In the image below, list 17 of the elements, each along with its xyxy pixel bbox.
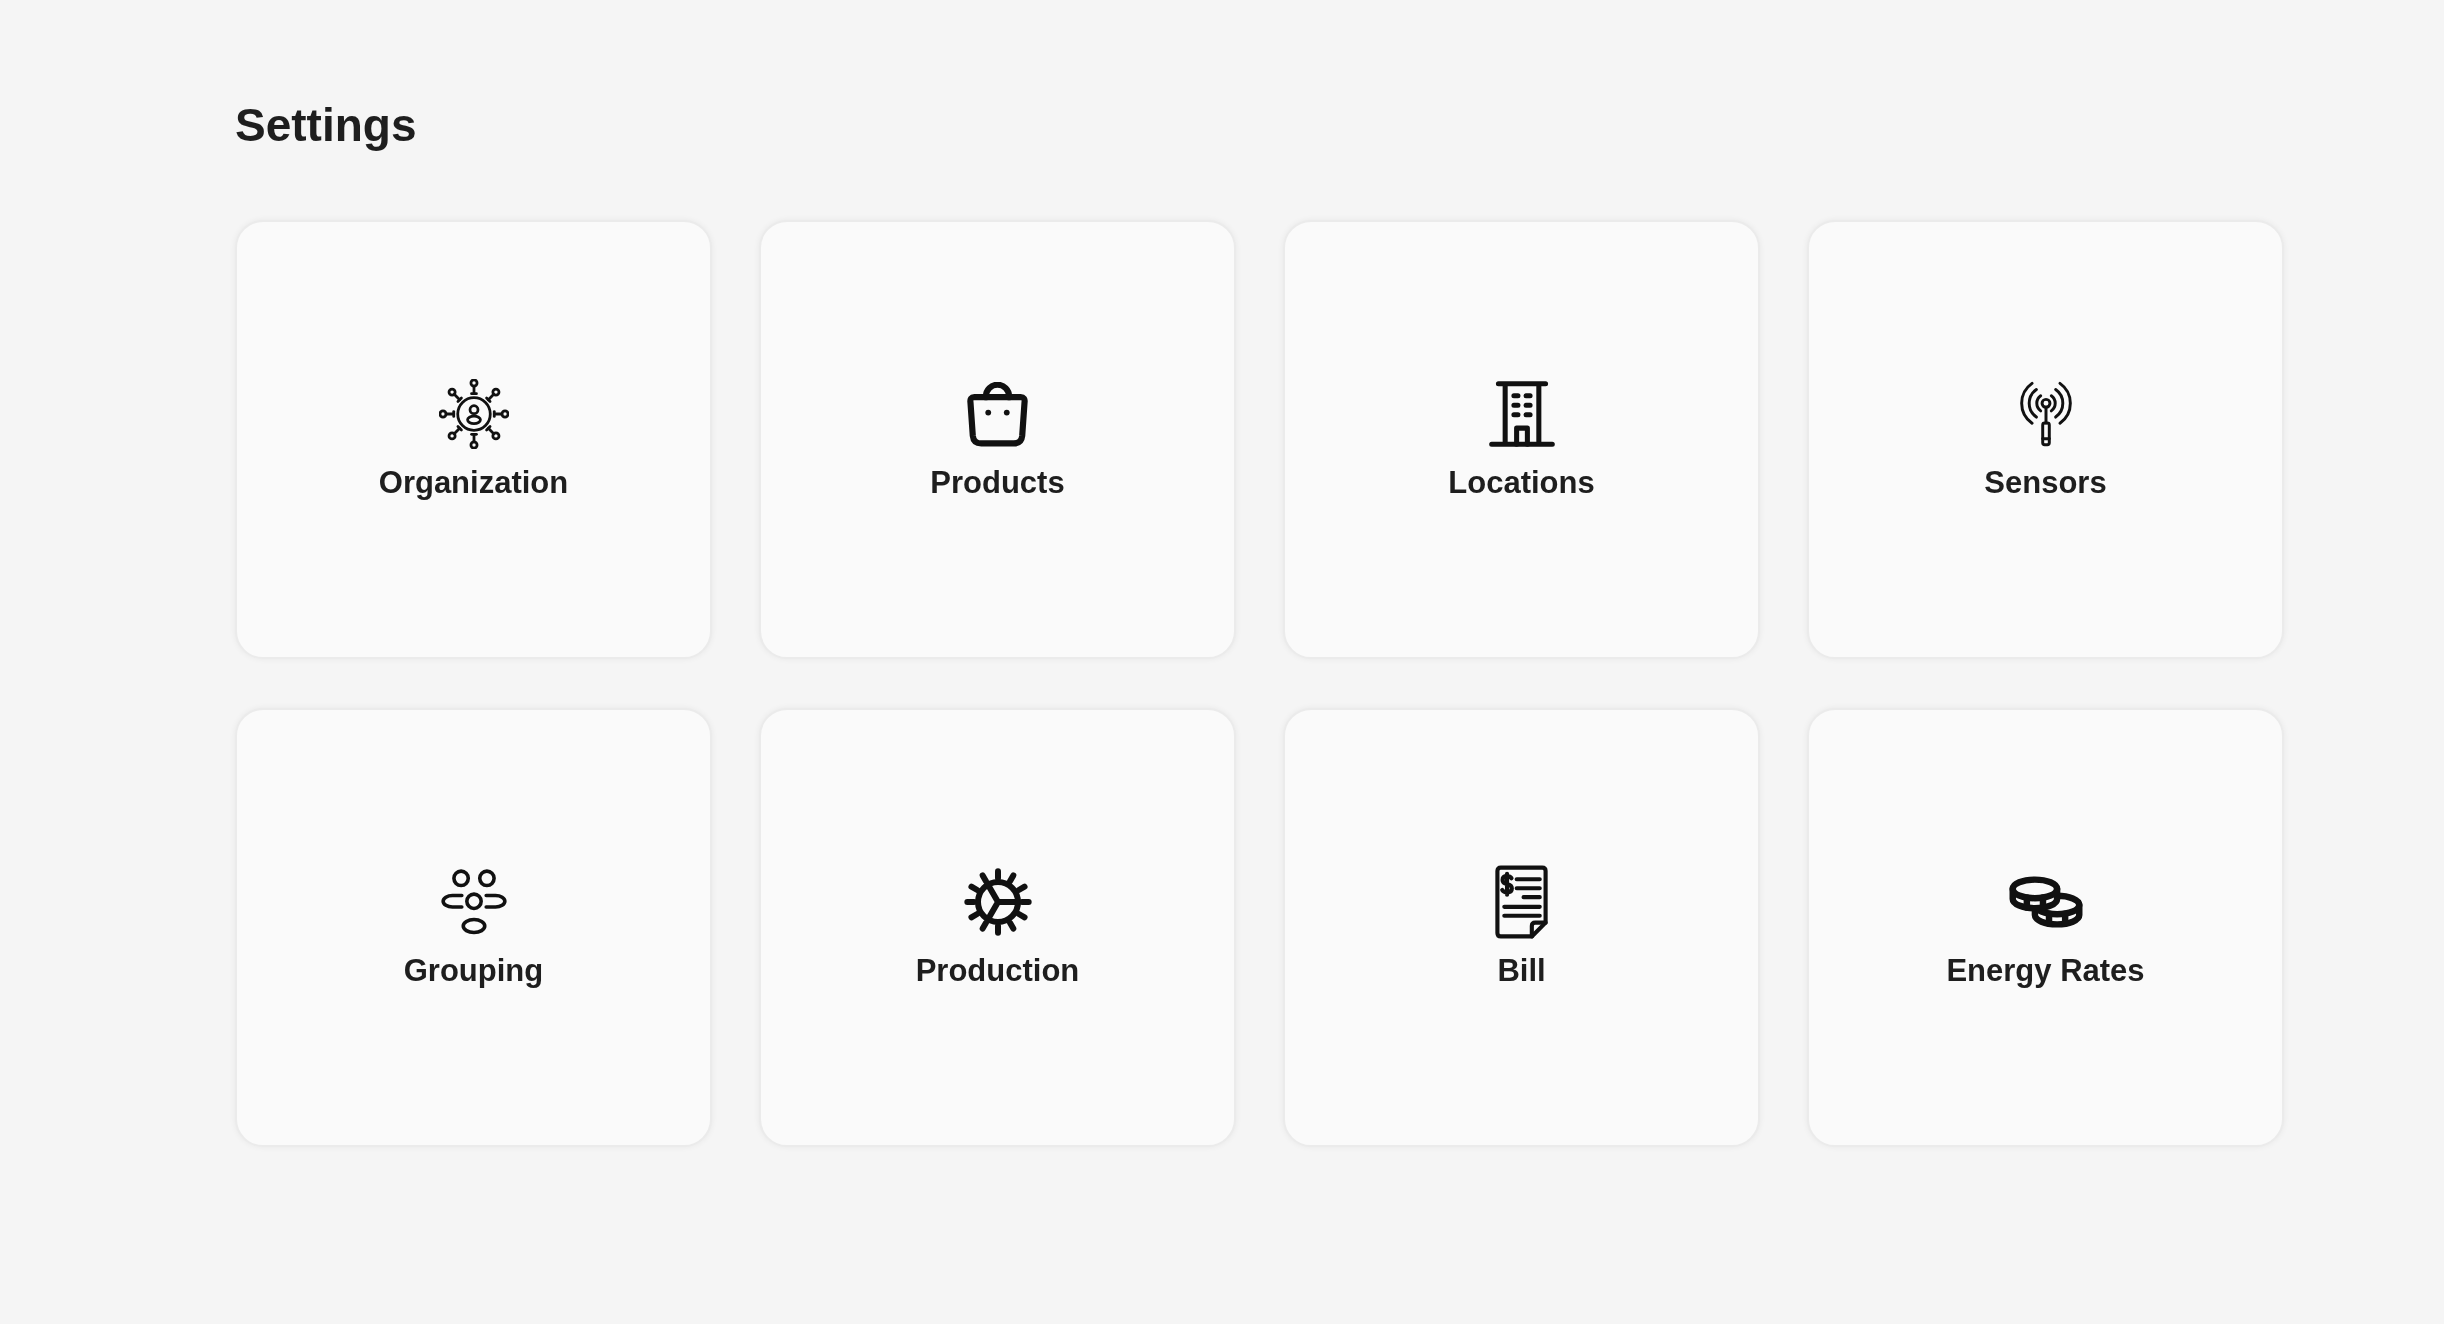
building-icon bbox=[1488, 381, 1555, 448]
settings-card[interactable]: Bill bbox=[1283, 707, 1760, 1147]
antenna-icon bbox=[2019, 380, 2072, 448]
coins-icon bbox=[2008, 876, 2083, 929]
dollar-document-icon bbox=[1495, 865, 1548, 940]
people-group-icon bbox=[440, 869, 507, 936]
gear-icon bbox=[963, 868, 1032, 937]
settings-card[interactable]: Products bbox=[759, 219, 1236, 659]
settings-card[interactable]: Production bbox=[759, 707, 1236, 1147]
settings-card[interactable]: Sensors bbox=[1807, 219, 2284, 659]
settings-card[interactable]: Organization bbox=[235, 219, 712, 659]
page-title: Settings bbox=[235, 99, 417, 152]
settings-card[interactable]: Grouping bbox=[235, 707, 712, 1147]
shopping-bag-icon bbox=[967, 381, 1028, 447]
person-network-icon bbox=[438, 379, 509, 450]
settings-card[interactable]: Energy Rates bbox=[1807, 707, 2284, 1147]
settings-card[interactable]: Locations bbox=[1283, 219, 1760, 659]
